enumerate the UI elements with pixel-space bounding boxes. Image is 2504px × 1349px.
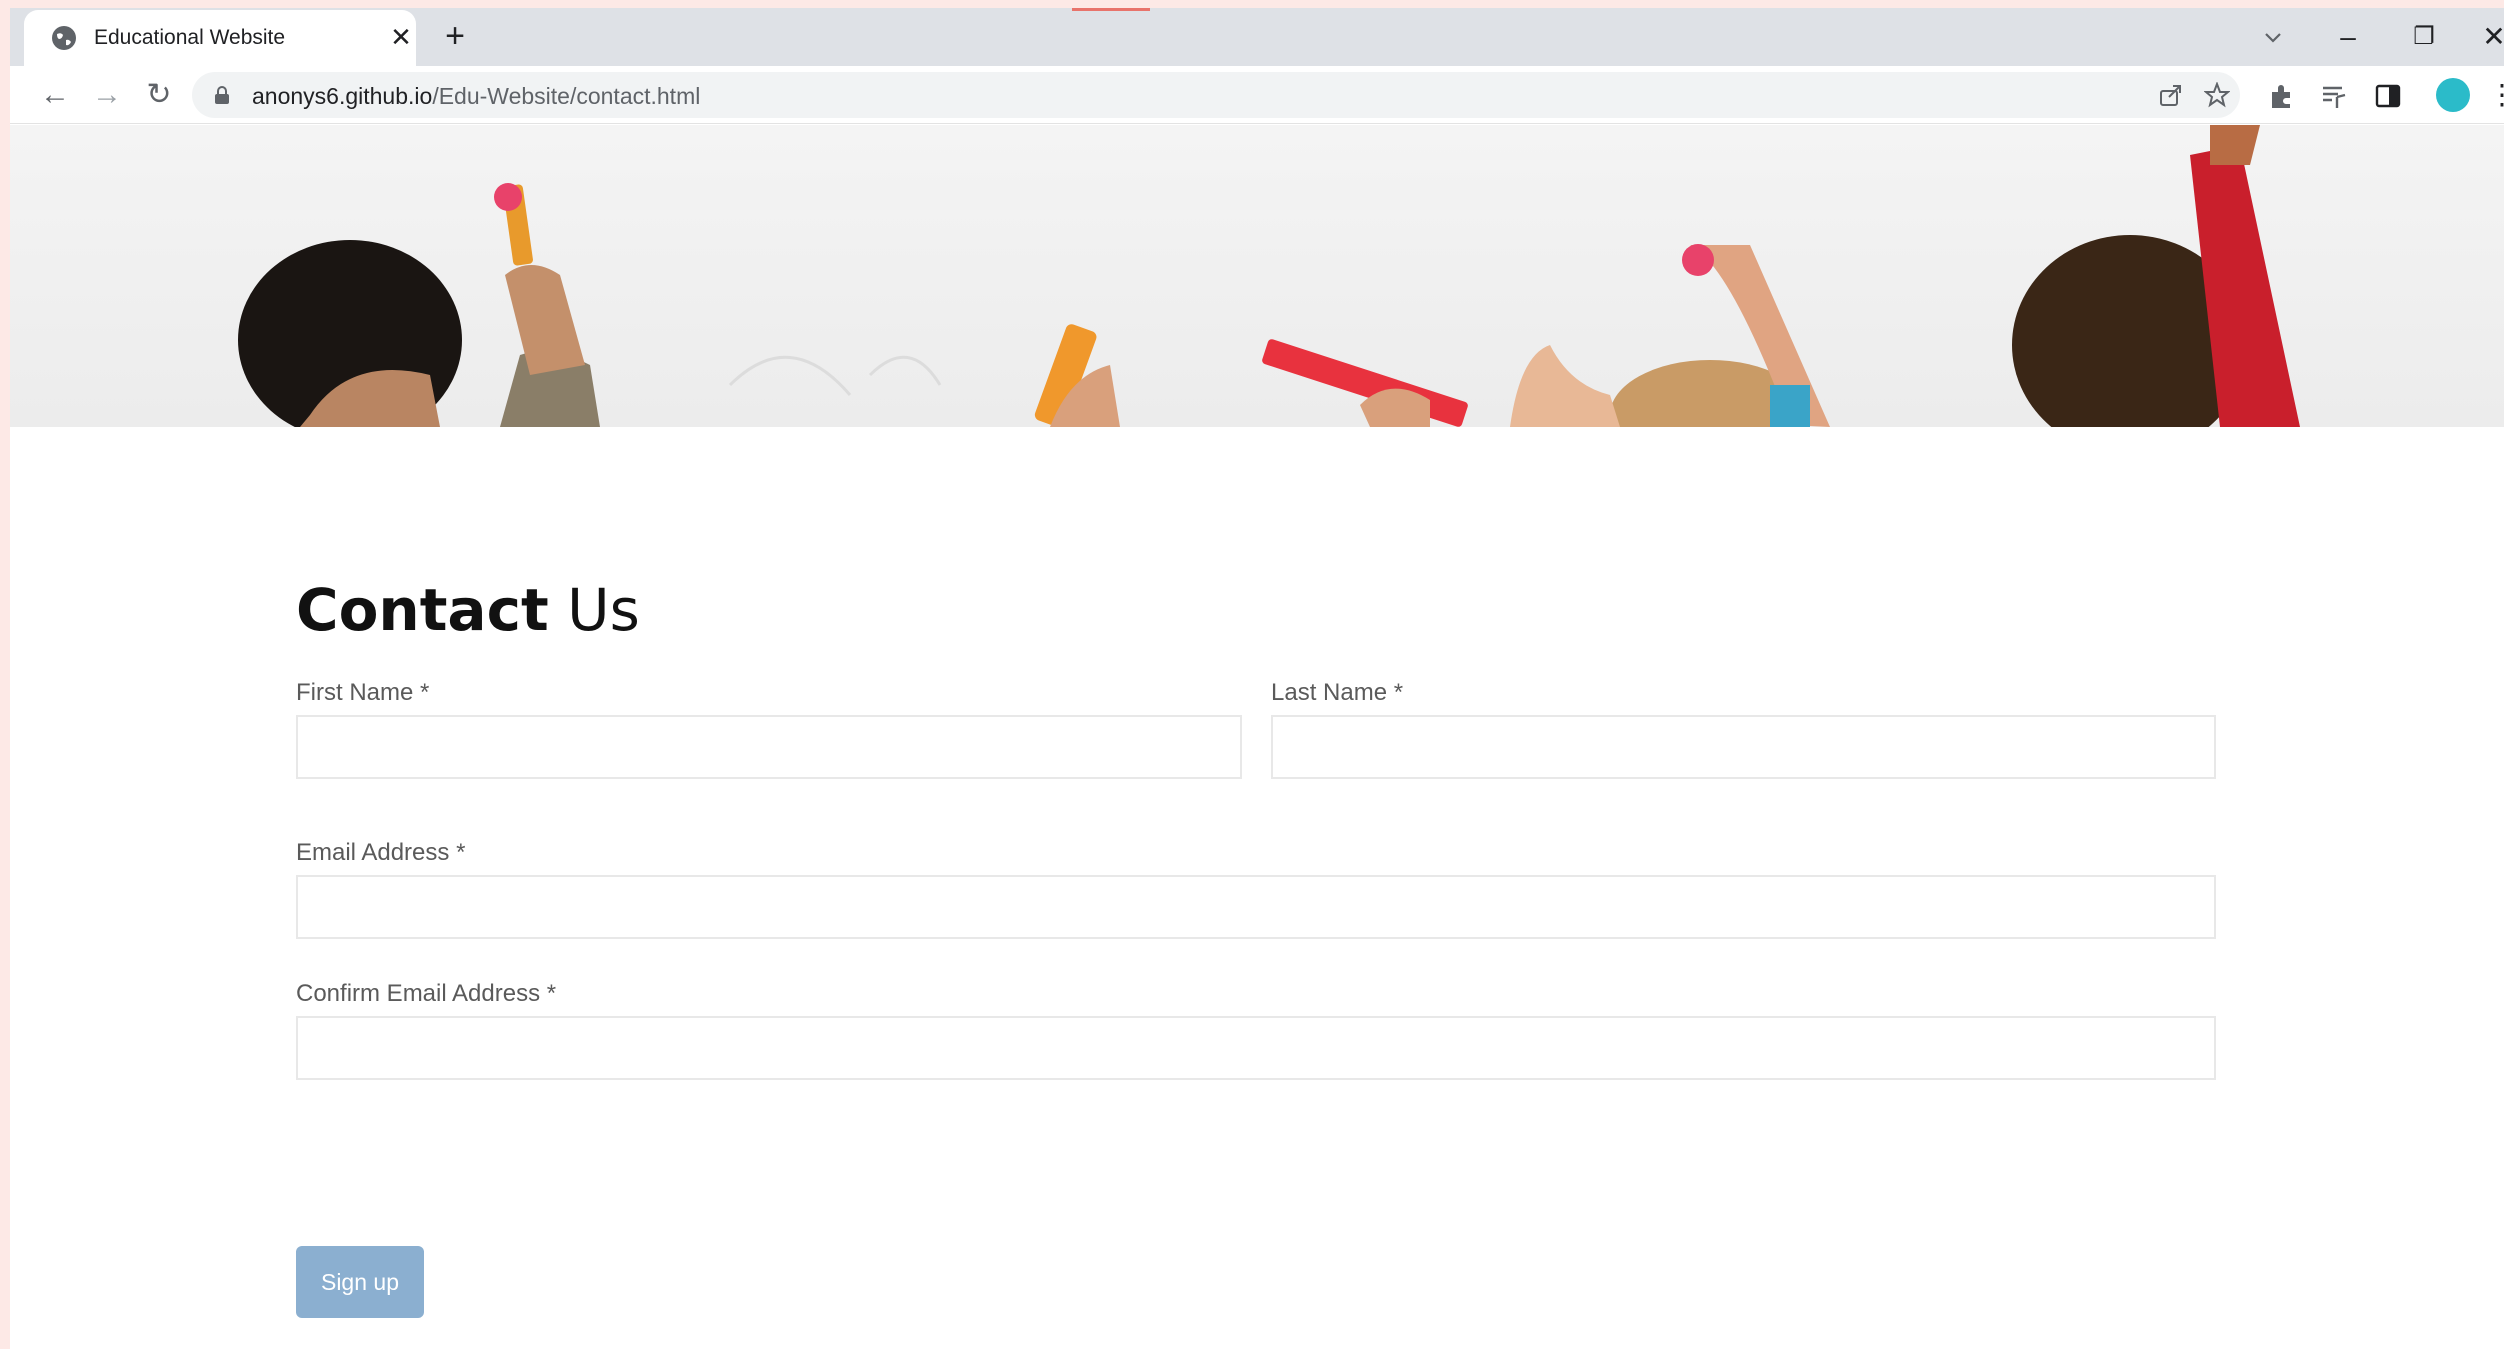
browser-tab[interactable]: Educational Website ✕ [24,10,416,66]
extensions-puzzle-icon[interactable] [2268,82,2296,110]
email-label: Email Address * [296,839,466,866]
url-path: /Edu-Website/contact.html [432,83,701,109]
tab-title: Educational Website [94,26,286,49]
confirm-email-input[interactable] [296,1016,2216,1080]
restore-button[interactable]: ❐ [2404,20,2444,54]
confirm-email-label: Confirm Email Address * [296,980,557,1007]
lock-icon[interactable] [214,86,230,104]
tab-strip-indicator [1072,8,1150,11]
web-page: Contact Us First Name * Last Name * Emai… [10,125,2504,1349]
page-title: Contact Us [296,575,2216,645]
browser-toolbar: ← → ↻ anonys6.github.io/Edu-Website/cont… [10,66,2504,124]
side-panel-icon[interactable] [2374,82,2402,110]
back-button[interactable]: ← [38,78,72,112]
last-name-label: Last Name * [1271,679,1404,706]
browser-window: Educational Website ✕ + – ❐ ✕ ← → ↻ anon… [10,8,2504,1349]
first-name-input[interactable] [296,715,1242,779]
browser-menu-icon[interactable]: ⋮ [2488,78,2504,112]
title-bold-part: Contact [296,576,549,644]
tab-search-chevron-icon[interactable] [2258,22,2288,52]
reading-list-icon[interactable] [2320,82,2348,110]
title-light-part: Us [548,576,640,644]
new-tab-button[interactable]: + [440,19,470,53]
sign-up-button[interactable]: Sign up [296,1246,424,1318]
first-name-label: First Name * [296,679,430,706]
address-bar[interactable]: anonys6.github.io/Edu-Website/contact.ht… [192,72,2240,118]
hero-banner-image [10,125,2504,427]
minimize-button[interactable]: – [2328,20,2368,54]
url-text[interactable]: anonys6.github.io/Edu-Website/contact.ht… [252,83,700,110]
reload-button[interactable]: ↻ [142,78,176,112]
last-name-input[interactable] [1271,715,2216,779]
email-input[interactable] [296,875,2216,939]
url-host: anonys6.github.io [252,83,433,109]
forward-button[interactable]: → [90,78,124,112]
tab-strip: Educational Website ✕ + – ❐ ✕ [10,8,2504,66]
close-tab-icon[interactable]: ✕ [388,24,414,50]
bookmark-star-icon[interactable] [2203,81,2231,108]
globe-icon [52,26,76,50]
kids-drawing-illustration [238,125,2300,427]
profile-avatar[interactable] [2436,78,2470,112]
share-icon[interactable] [2158,82,2184,108]
window-close-button[interactable]: ✕ [2474,20,2504,54]
contact-form-section: Contact Us First Name * Last Name * Emai… [296,575,2216,1318]
